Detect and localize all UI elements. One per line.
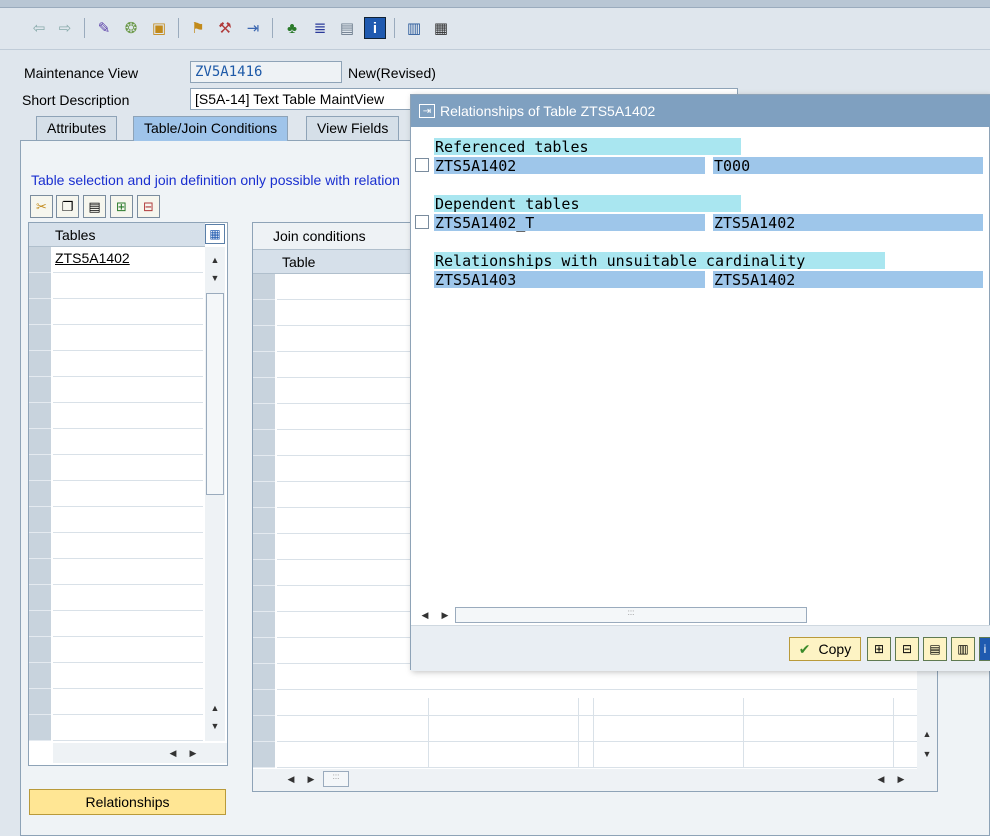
tab-table-join-conditions[interactable]: Table/Join Conditions <box>133 116 289 141</box>
tables-column-header: Tables <box>29 223 205 247</box>
toolbar-separator <box>394 18 395 38</box>
scroll-right-icon[interactable]: ▶ <box>301 770 321 788</box>
display-change-icon[interactable]: ✎ <box>93 17 115 39</box>
maintenance-view-status: New(Revised) <box>348 65 436 81</box>
tables-horizontal-scrollbar[interactable]: ◀ ▶ <box>53 743 227 763</box>
column-divider <box>578 698 579 768</box>
hierarchy-icon[interactable]: ♣ <box>281 17 303 39</box>
join-conditions-title: Join conditions <box>273 228 366 244</box>
column-divider <box>743 698 744 768</box>
scroll-thumb[interactable]: ::: <box>455 607 807 623</box>
toolbar-separator <box>84 18 85 38</box>
navigation-icon[interactable]: ≣ <box>309 17 331 39</box>
deselect-all-icon[interactable]: ⊟ <box>895 637 919 661</box>
back-arrow-icon[interactable]: ⇦ <box>28 17 50 39</box>
cut-icon[interactable]: ✂ <box>30 195 53 218</box>
tables-vertical-scrollbar[interactable]: ▲ ▼ ▲ ▼ <box>205 247 225 741</box>
delete-row-icon[interactable]: ⊟ <box>137 195 160 218</box>
dependent-row-col1[interactable]: ZTS5A1402_T <box>434 214 705 232</box>
scroll-up-icon[interactable]: ▲ <box>205 699 225 717</box>
empty-rows <box>53 273 203 741</box>
toolbar-separator <box>178 18 179 38</box>
maintenance-view-label: Maintenance View <box>24 65 139 81</box>
dialog-title-bar[interactable]: ⇥ Relationships of Table ZTS5A1402 <box>411 95 990 127</box>
select-all-cell[interactable] <box>253 250 277 274</box>
layout-icon[interactable]: ▤ <box>336 17 358 39</box>
info-icon[interactable]: i <box>979 637 990 661</box>
unsuitable-cardinality-header: Relationships with unsuitable cardinalit… <box>434 252 885 270</box>
activate-icon[interactable]: ▣ <box>148 17 170 39</box>
checkmark-icon: ✔ <box>798 640 811 657</box>
column-divider <box>593 698 594 768</box>
column-divider <box>428 698 429 768</box>
scroll-thumb[interactable]: ::: <box>323 771 349 787</box>
application-toolbar: ⇦ ⇨ ✎ ❂ ▣ ⚑ ⚒ ⇥ ♣ ≣ ▤ i ▥ ▦ <box>0 8 990 50</box>
unsuitable-row-col2[interactable]: ZTS5A1402 <box>713 271 983 289</box>
scroll-left-icon[interactable]: ◀ <box>871 770 891 788</box>
object-list-icon[interactable]: ⇥ <box>242 17 264 39</box>
scroll-right-icon[interactable]: ▶ <box>183 744 203 762</box>
referenced-row-checkbox[interactable] <box>415 158 429 172</box>
short-description-label: Short Description <box>22 92 130 108</box>
referenced-tables-header: Referenced tables <box>434 138 741 156</box>
check-icon[interactable]: ⚑ <box>187 17 209 39</box>
table-contents-icon[interactable]: ▦ <box>430 17 452 39</box>
scroll-left-icon[interactable]: ◀ <box>415 606 435 624</box>
dependent-tables-header: Dependent tables <box>434 195 741 213</box>
scroll-right-icon[interactable]: ▶ <box>435 606 455 624</box>
relationships-button[interactable]: Relationships <box>29 789 226 815</box>
dialog-title: Relationships of Table ZTS5A1402 <box>440 103 656 119</box>
insert-row-icon[interactable]: ⊞ <box>110 195 133 218</box>
print-icon[interactable]: ▥ <box>951 637 975 661</box>
scroll-down-icon[interactable]: ▼ <box>205 717 225 735</box>
referenced-row-col1[interactable]: ZTS5A1402 <box>434 157 705 175</box>
forward-arrow-icon[interactable]: ⇨ <box>54 17 76 39</box>
toolbar-separator <box>272 18 273 38</box>
unsuitable-row-col1[interactable]: ZTS5A1403 <box>434 271 705 289</box>
maintenance-view-field[interactable]: ZV5A1416 <box>190 61 342 83</box>
where-used-icon[interactable]: ⚒ <box>214 17 236 39</box>
tables-grid: Tables ▦ ZTS5A1402 ▲ ▼ ▲ ▼ ◀ ▶ <box>28 222 228 766</box>
table-structure-icon[interactable]: ▥ <box>403 17 425 39</box>
scroll-thumb[interactable] <box>206 293 224 495</box>
scroll-right-icon[interactable]: ▶ <box>891 770 911 788</box>
scroll-left-icon[interactable]: ◀ <box>281 770 301 788</box>
scroll-down-icon[interactable]: ▼ <box>917 745 937 763</box>
select-all-icon[interactable]: ⊞ <box>867 637 891 661</box>
window-top-strip <box>0 0 990 8</box>
info-message: Table selection and join definition only… <box>31 172 400 188</box>
dependent-row-col2[interactable]: ZTS5A1402 <box>713 214 983 232</box>
row-selector-column[interactable] <box>253 274 275 768</box>
referenced-row-col2[interactable]: T000 <box>713 157 983 175</box>
other-object-icon[interactable]: ❂ <box>120 17 142 39</box>
copy-button-label: Copy <box>818 641 852 657</box>
tab-attributes[interactable]: Attributes <box>36 116 118 140</box>
select-block-icon[interactable]: ▤ <box>923 637 947 661</box>
scroll-down-icon[interactable]: ▼ <box>205 269 225 287</box>
scroll-up-icon[interactable]: ▲ <box>917 725 937 743</box>
row-selector-column[interactable] <box>29 247 51 741</box>
dialog-horizontal-scrollbar[interactable]: ◀ ▶ ::: <box>415 605 811 625</box>
copy-icon[interactable]: ❐ <box>56 195 79 218</box>
scroll-up-icon[interactable]: ▲ <box>205 251 225 269</box>
info-icon[interactable]: i <box>364 17 386 39</box>
table-row[interactable]: ZTS5A1402 <box>53 247 203 273</box>
tab-view-fields[interactable]: View Fields <box>306 116 400 140</box>
dependent-row-checkbox[interactable] <box>415 215 429 229</box>
dialog-window-icon: ⇥ <box>419 104 435 118</box>
column-settings-icon[interactable]: ▦ <box>205 224 225 244</box>
copy-button[interactable]: ✔ Copy <box>789 637 861 661</box>
relationships-dialog: ⇥ Relationships of Table ZTS5A1402 Refer… <box>410 94 990 671</box>
column-divider <box>893 698 894 768</box>
paste-icon[interactable]: ▤ <box>83 195 106 218</box>
join-horizontal-scrollbar[interactable]: ◀ ▶ ::: ◀ ▶ <box>277 769 917 789</box>
scroll-left-icon[interactable]: ◀ <box>163 744 183 762</box>
